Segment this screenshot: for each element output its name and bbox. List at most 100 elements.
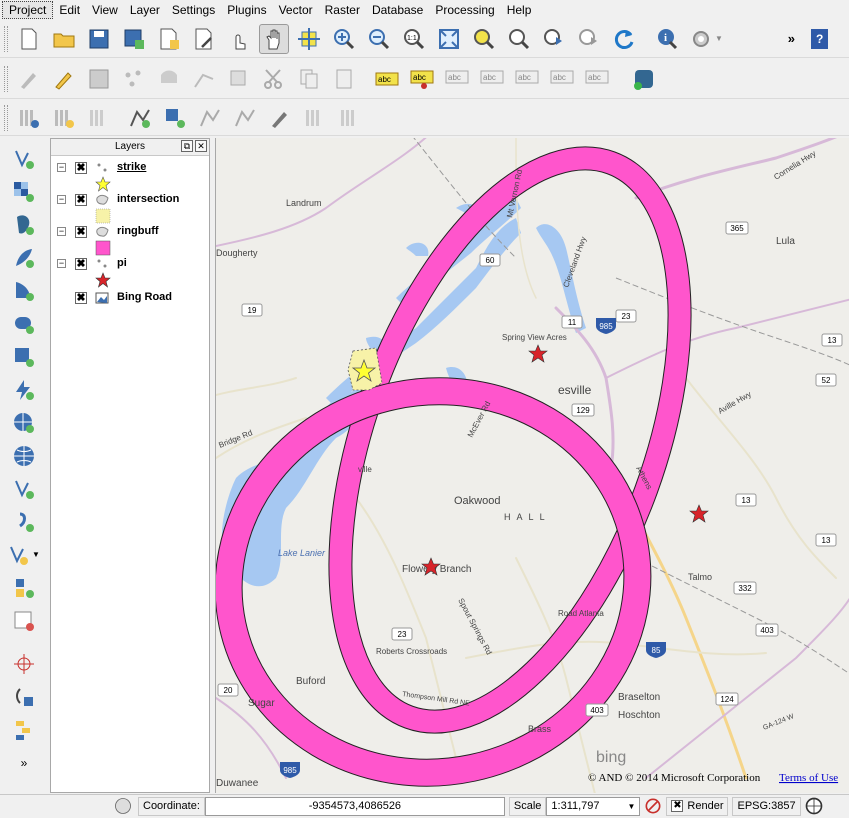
gps-tools-button[interactable] bbox=[9, 682, 39, 711]
remove-layer-button[interactable] bbox=[265, 103, 295, 133]
collapse-toggle[interactable]: − bbox=[57, 195, 66, 204]
render-toggle[interactable]: ✖ Render bbox=[666, 796, 729, 816]
more-tools-button[interactable]: » bbox=[9, 748, 39, 777]
layer-item-intersection[interactable]: − ✖ intersection bbox=[51, 192, 209, 208]
menu-project[interactable]: Project bbox=[2, 0, 54, 19]
collapse-toggle[interactable]: − bbox=[57, 227, 66, 236]
layer-properties-button[interactable] bbox=[300, 103, 330, 133]
pan-to-selection-button[interactable] bbox=[294, 24, 324, 54]
new-spatialite-button[interactable] bbox=[160, 103, 190, 133]
layer-visibility-checkbox[interactable]: ✖ bbox=[75, 258, 87, 270]
refresh-button[interactable] bbox=[609, 24, 639, 54]
coordinate-capture-button[interactable] bbox=[9, 715, 39, 744]
add-vector-layer-button[interactable] bbox=[14, 103, 44, 133]
save-as-button[interactable] bbox=[119, 24, 149, 54]
node-tool-button[interactable] bbox=[189, 64, 219, 94]
menu-view[interactable]: View bbox=[86, 2, 124, 18]
zoom-in-button[interactable] bbox=[329, 24, 359, 54]
layer-item-pi[interactable]: − ✖ pi bbox=[51, 256, 209, 272]
layer-visibility-checkbox[interactable]: ✖ bbox=[75, 226, 87, 238]
menu-settings[interactable]: Settings bbox=[166, 2, 221, 18]
zoom-to-layer-button[interactable] bbox=[504, 24, 534, 54]
remove-selected-layer-button[interactable] bbox=[9, 606, 39, 635]
layer-visibility-checkbox[interactable]: ✖ bbox=[75, 292, 87, 304]
add-group-button[interactable] bbox=[9, 573, 39, 602]
layer-visibility-checkbox[interactable]: ✖ bbox=[75, 194, 87, 206]
collapse-toggle[interactable]: − bbox=[57, 163, 66, 172]
add-db2-button[interactable] bbox=[9, 342, 39, 371]
add-wcs-button[interactable] bbox=[9, 408, 39, 437]
pin-labels-button[interactable]: abc bbox=[407, 64, 437, 94]
coordinate-field[interactable]: -9354573,4086526 bbox=[204, 796, 505, 816]
menu-help[interactable]: Help bbox=[501, 2, 538, 18]
toggle-editing-button[interactable] bbox=[49, 64, 79, 94]
add-oracle-button[interactable] bbox=[9, 309, 39, 338]
toolbar-grip[interactable] bbox=[4, 25, 8, 52]
touch-zoom-button[interactable] bbox=[224, 24, 254, 54]
add-mssql-button[interactable] bbox=[9, 276, 39, 305]
map-canvas[interactable]: 365 60 11 23 985 19 52 332 403 23 85 124… bbox=[215, 138, 849, 793]
add-delimited-layer-button[interactable] bbox=[84, 103, 114, 133]
add-virtual-layer-button[interactable] bbox=[9, 507, 39, 536]
menu-database[interactable]: Database bbox=[366, 2, 429, 18]
identify-button[interactable]: i bbox=[652, 24, 682, 54]
cut-features-button[interactable] bbox=[259, 64, 289, 94]
save-project-button[interactable] bbox=[84, 24, 114, 54]
layer-item-strike[interactable]: − ✖ strike bbox=[51, 160, 209, 176]
scale-combo[interactable]: 1:311,797 ▼ bbox=[546, 796, 641, 816]
composer-manager-button[interactable] bbox=[189, 24, 219, 54]
delete-selected-button[interactable] bbox=[224, 64, 254, 94]
open-project-button[interactable] bbox=[49, 24, 79, 54]
menu-processing[interactable]: Processing bbox=[429, 2, 500, 18]
zoom-out-button[interactable] bbox=[364, 24, 394, 54]
add-spatialite-button[interactable] bbox=[9, 243, 39, 272]
terms-of-use-link[interactable]: Terms of Use bbox=[779, 772, 838, 784]
pan-map-button[interactable] bbox=[259, 23, 289, 54]
messages-button[interactable] bbox=[112, 796, 134, 816]
georeferencer-button[interactable] bbox=[9, 649, 39, 678]
add-wfs-button[interactable] bbox=[9, 441, 39, 470]
menu-raster[interactable]: Raster bbox=[319, 2, 366, 18]
crs-globe-button[interactable] bbox=[803, 796, 825, 816]
zoom-last-button[interactable] bbox=[539, 24, 569, 54]
new-gpx-button[interactable] bbox=[195, 103, 225, 133]
zoom-to-selection-button[interactable] bbox=[469, 24, 499, 54]
zoom-next-button[interactable] bbox=[574, 24, 604, 54]
layer-item-bing-road[interactable]: ✖ Bing Road bbox=[51, 290, 209, 306]
postgis-button[interactable] bbox=[629, 64, 659, 94]
add-vector-button[interactable] bbox=[9, 144, 39, 173]
add-delimited-text-button[interactable] bbox=[9, 474, 39, 503]
menu-plugins[interactable]: Plugins bbox=[221, 2, 272, 18]
render-checkbox[interactable]: ✖ bbox=[671, 800, 684, 812]
rotate-label-button[interactable]: abc bbox=[547, 64, 577, 94]
new-project-button[interactable] bbox=[14, 24, 44, 54]
copy-features-button[interactable] bbox=[294, 64, 324, 94]
show-hide-labels-button[interactable]: abc bbox=[477, 64, 507, 94]
current-edits-button[interactable] bbox=[14, 64, 44, 94]
menu-vector[interactable]: Vector bbox=[273, 2, 319, 18]
zoom-native-button[interactable]: 1:1 bbox=[399, 24, 429, 54]
new-layer-button[interactable]: ▼ bbox=[4, 540, 44, 569]
add-raster-button[interactable] bbox=[9, 177, 39, 206]
menu-edit[interactable]: Edit bbox=[53, 2, 86, 18]
paste-features-button[interactable] bbox=[329, 64, 359, 94]
rotation-button[interactable] bbox=[642, 796, 664, 816]
change-label-button[interactable]: abc bbox=[582, 64, 612, 94]
toolbar-grip[interactable] bbox=[4, 65, 8, 92]
toolbar-overflow-button[interactable]: » bbox=[788, 31, 795, 46]
move-feature-button[interactable] bbox=[154, 64, 184, 94]
new-memory-layer-button[interactable] bbox=[230, 103, 260, 133]
add-feature-button[interactable] bbox=[119, 64, 149, 94]
add-postgis-button[interactable] bbox=[9, 210, 39, 239]
add-wms-button[interactable] bbox=[9, 375, 39, 404]
embed-layers-button[interactable] bbox=[335, 103, 365, 133]
help-button[interactable]: ? bbox=[805, 24, 835, 54]
menu-layer[interactable]: Layer bbox=[124, 2, 166, 18]
toolbar-grip[interactable] bbox=[4, 104, 8, 131]
layer-visibility-checkbox[interactable]: ✖ bbox=[75, 162, 87, 174]
close-panel-button[interactable]: ✕ bbox=[195, 140, 207, 152]
zoom-full-button[interactable] bbox=[434, 24, 464, 54]
new-print-composer-button[interactable] bbox=[154, 24, 184, 54]
highlight-pinned-labels-button[interactable]: abc bbox=[442, 64, 472, 94]
new-shapefile-button[interactable] bbox=[125, 103, 155, 133]
